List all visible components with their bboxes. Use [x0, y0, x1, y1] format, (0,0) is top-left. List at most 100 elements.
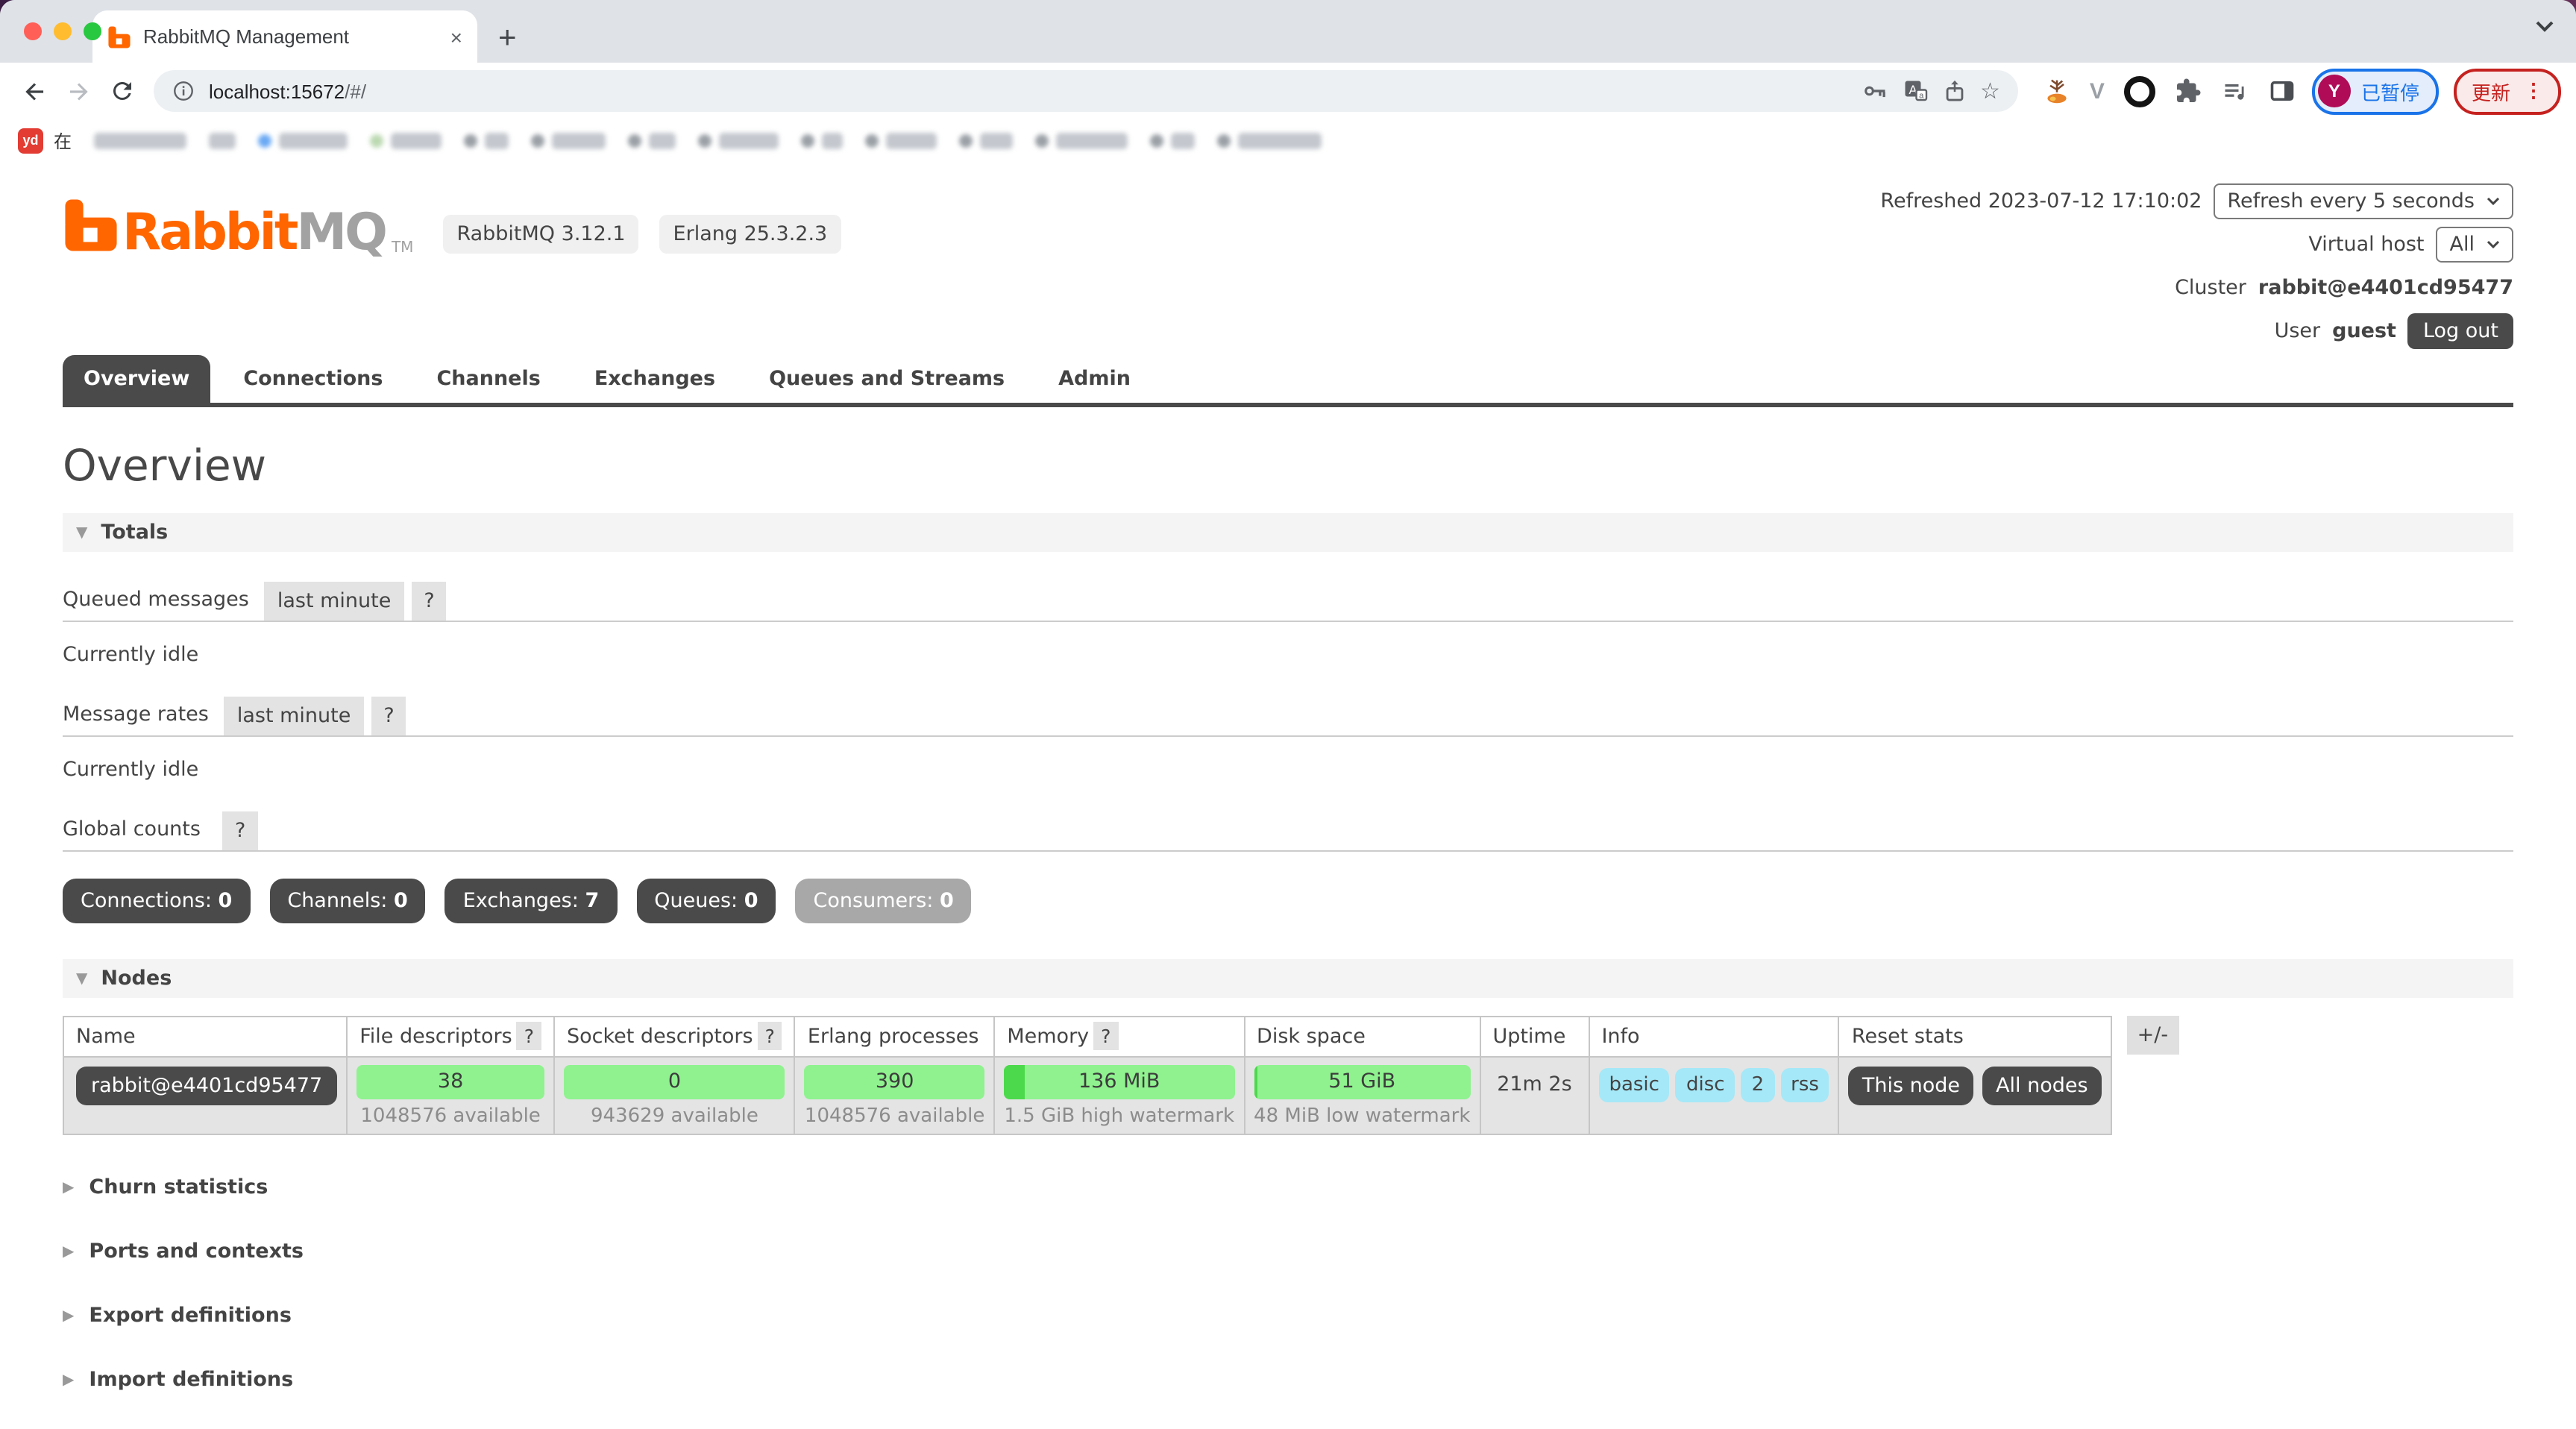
share-icon[interactable]: [1941, 78, 1967, 104]
bookmark-star-icon[interactable]: ☆: [1980, 78, 2000, 104]
translate-icon[interactable]: A a: [1901, 78, 1928, 104]
youdao-bookmark-icon[interactable]: yd: [18, 128, 43, 153]
redacted-bookmark[interactable]: [464, 132, 509, 148]
rabbitmq-page: RabbitMQ TM RabbitMQ 3.12.1 Erlang 25.3.2…: [0, 161, 2576, 1429]
info-badges: basicdisc2rss: [1598, 1065, 1829, 1102]
extensions-puzzle-icon[interactable]: [2175, 78, 2202, 104]
redacted-bookmark[interactable]: [1217, 132, 1322, 148]
column-header: Erlang processes: [795, 1017, 994, 1057]
refreshed-label: Refreshed 2023-07-12 17:10:02: [1880, 189, 2202, 213]
info-badge[interactable]: rss: [1780, 1068, 1829, 1102]
redacted-bookmark[interactable]: [370, 132, 442, 148]
nav-tab[interactable]: Overview: [63, 355, 210, 403]
help-badge[interactable]: ?: [371, 697, 406, 735]
minimize-window-button[interactable]: [54, 22, 72, 40]
redacted-bookmark[interactable]: [865, 132, 937, 148]
chrome-update-button[interactable]: 更新 ⋮: [2454, 68, 2561, 114]
session-panel: Refreshed 2023-07-12 17:10:02 Refresh ev…: [1880, 182, 2513, 349]
disk-space-bar: 51 GiB: [1254, 1065, 1470, 1099]
collapsed-section[interactable]: ▶ Churn statistics: [63, 1175, 2513, 1199]
new-tab-button[interactable]: +: [498, 22, 517, 54]
nav-tab[interactable]: Channels: [415, 355, 561, 403]
version-badge: RabbitMQ 3.12.1: [443, 215, 638, 254]
redacted-bookmark[interactable]: [959, 132, 1013, 148]
extension-vue-icon[interactable]: V: [2090, 78, 2105, 104]
redacted-bookmark[interactable]: [628, 132, 676, 148]
socket-descriptors-bar: 0: [564, 1065, 785, 1099]
nodes-table-wrap: NameFile descriptors?Socket descriptors?…: [63, 1016, 2513, 1135]
forward-button[interactable]: [58, 71, 98, 111]
side-panel-icon[interactable]: [2269, 78, 2296, 104]
menu-kebab-icon[interactable]: ⋮: [2524, 79, 2543, 103]
redacted-bookmark[interactable]: [94, 132, 186, 148]
global-count-button[interactable]: Channels: 0: [269, 879, 425, 923]
info-badge[interactable]: disc: [1676, 1068, 1735, 1102]
site-info-icon[interactable]: [172, 79, 195, 103]
rates-range-chip[interactable]: last minute: [224, 697, 365, 735]
help-badge[interactable]: ?: [1093, 1022, 1118, 1050]
url-text[interactable]: localhost:15672/#/: [209, 80, 366, 102]
tab-title: RabbitMQ Management: [143, 25, 439, 48]
tab-search-chevron-icon[interactable]: [2534, 19, 2555, 34]
redacted-bookmark[interactable]: [1035, 132, 1128, 148]
node-row: rabbit@e4401cd95477 38 1048576 available…: [63, 1057, 2111, 1134]
zoom-window-button[interactable]: [84, 22, 101, 40]
global-count-button[interactable]: Consumers: 0: [796, 879, 972, 923]
redacted-bookmark[interactable]: [209, 132, 236, 148]
redacted-bookmark[interactable]: [801, 132, 843, 148]
collapsed-sections: ▶ Churn statistics ▶ Ports and contexts …: [63, 1175, 2513, 1392]
nodes-table: NameFile descriptors?Socket descriptors?…: [63, 1016, 2112, 1135]
window-controls: [24, 22, 101, 40]
file-descriptors-sub: 1048576 available: [356, 1105, 544, 1128]
nav-tab[interactable]: Connections: [222, 355, 403, 403]
queued-messages-label: Queued messages: [63, 588, 249, 621]
node-name-badge[interactable]: rabbit@e4401cd95477: [76, 1067, 337, 1105]
redacted-bookmark[interactable]: [1150, 132, 1195, 148]
column-header: Uptime: [1480, 1017, 1589, 1057]
help-badge[interactable]: ?: [412, 582, 446, 621]
back-button[interactable]: [15, 71, 55, 111]
nodes-section-header[interactable]: ▼ Nodes: [63, 959, 2513, 998]
nav-tab[interactable]: Exchanges: [574, 355, 736, 403]
extension-playlist-icon[interactable]: [2221, 78, 2249, 104]
nav-tab[interactable]: Admin: [1037, 355, 1152, 403]
nav-tab[interactable]: Queues and Streams: [748, 355, 1025, 403]
chevron-down-icon: [2487, 239, 2500, 248]
reset-stats-button[interactable]: All nodes: [1982, 1067, 2102, 1105]
reload-button[interactable]: [101, 71, 142, 111]
queued-range-chip[interactable]: last minute: [264, 582, 405, 621]
help-badge[interactable]: ?: [758, 1022, 782, 1050]
vhost-select[interactable]: All: [2437, 226, 2514, 262]
info-badge[interactable]: basic: [1598, 1068, 1670, 1102]
columns-plusminus-button[interactable]: +/-: [2127, 1016, 2178, 1055]
help-badge[interactable]: ?: [517, 1022, 541, 1050]
global-count-button[interactable]: Queues: 0: [636, 879, 776, 923]
collapsed-section[interactable]: ▶ Export definitions: [63, 1304, 2513, 1328]
browser-tab[interactable]: RabbitMQ Management ×: [92, 10, 477, 63]
redacted-bookmark[interactable]: [531, 132, 606, 148]
close-window-button[interactable]: [24, 22, 42, 40]
rabbitmq-favicon-icon: [107, 25, 131, 48]
extension-ring-icon[interactable]: [2124, 75, 2155, 107]
password-key-icon[interactable]: [1861, 78, 1888, 104]
redacted-bookmark[interactable]: [698, 132, 779, 148]
redacted-bookmark[interactable]: [258, 132, 348, 148]
address-bar[interactable]: localhost:15672/#/ A a ☆: [154, 70, 2018, 112]
reset-stats-button[interactable]: This node: [1849, 1067, 1973, 1105]
version-badges: RabbitMQ 3.12.1 Erlang 25.3.2.3: [443, 215, 841, 254]
collapsed-section[interactable]: ▶ Import definitions: [63, 1368, 2513, 1392]
refresh-interval-select[interactable]: Refresh every 5 seconds: [2214, 183, 2513, 219]
profile-chip[interactable]: Y 已暂停: [2312, 68, 2439, 114]
global-count-button[interactable]: Exchanges: 7: [445, 879, 618, 923]
collapsed-section[interactable]: ▶ Ports and contexts: [63, 1240, 2513, 1263]
logout-button[interactable]: Log out: [2408, 313, 2513, 348]
info-badge[interactable]: 2: [1741, 1068, 1775, 1102]
rabbitmq-logo[interactable]: RabbitMQ TM: [63, 194, 413, 257]
bookmark-label[interactable]: 在: [54, 128, 72, 153]
version-badge: Erlang 25.3.2.3: [660, 215, 841, 254]
global-count-button[interactable]: Connections: 0: [63, 879, 250, 923]
tab-close-icon[interactable]: ×: [450, 26, 462, 47]
totals-section-header[interactable]: ▼ Totals: [63, 513, 2513, 552]
help-badge[interactable]: ?: [223, 811, 257, 850]
extension-tree-icon[interactable]: [2043, 78, 2070, 104]
